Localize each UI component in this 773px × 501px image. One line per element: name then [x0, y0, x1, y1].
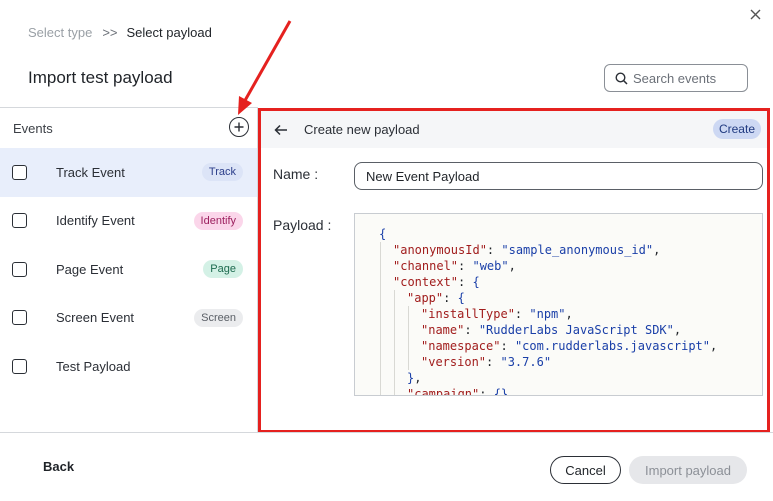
- events-header-label: Events: [13, 120, 53, 136]
- code-line: "version": "3.7.6": [355, 354, 762, 370]
- footer-divider: [0, 432, 773, 433]
- code-line: "namespace": "com.rudderlabs.javascript"…: [355, 338, 762, 354]
- panel-header: Create new payload Create: [261, 111, 767, 148]
- arrow-left-icon: [274, 124, 287, 135]
- plus-icon: [234, 122, 244, 132]
- event-item-label: Track Event: [56, 164, 125, 180]
- event-item-label: Page Event: [56, 261, 124, 277]
- event-item-test-payload[interactable]: Test Payload: [0, 342, 257, 391]
- page-title: Import test payload: [28, 68, 173, 87]
- screen-badge: Screen: [194, 308, 243, 327]
- event-item-screen[interactable]: Screen Event Screen: [0, 294, 257, 343]
- close-button[interactable]: [745, 4, 765, 24]
- event-list: Track Event Track Identify Event Identif…: [0, 148, 257, 391]
- events-header: Events: [0, 108, 257, 148]
- search-box[interactable]: [604, 64, 748, 92]
- event-checkbox[interactable]: [12, 164, 27, 180]
- search-input[interactable]: [633, 70, 743, 86]
- add-event-button[interactable]: [229, 117, 249, 137]
- code-line: "installType": "npm",: [355, 306, 762, 322]
- event-checkbox[interactable]: [12, 310, 27, 326]
- back-button[interactable]: Back: [43, 459, 74, 474]
- annotation-arrow-line: [241, 20, 292, 105]
- event-item-page[interactable]: Page Event Page: [0, 245, 257, 294]
- breadcrumb: Select type >> Select payload: [28, 22, 212, 42]
- code-line: "campaign": {},: [355, 386, 762, 395]
- search-icon: [615, 71, 628, 85]
- event-item-label: Screen Event: [56, 310, 135, 326]
- event-item-track[interactable]: Track Event Track: [0, 148, 257, 197]
- code-line: {: [379, 227, 387, 241]
- event-checkbox[interactable]: [12, 261, 27, 277]
- code-line: "name": "RudderLabs JavaScript SDK",: [355, 322, 762, 338]
- code-line: "context": {: [355, 274, 762, 290]
- code-line: "app": {: [355, 290, 762, 306]
- code-line: "anonymousId": "sample_anonymous_id",: [355, 242, 762, 258]
- back-arrow-button[interactable]: [274, 124, 290, 136]
- payload-code: { "anonymousId": "sample_anonymous_id", …: [355, 214, 762, 395]
- page-badge: Page: [203, 260, 243, 279]
- name-label-text: Name: [273, 166, 311, 182]
- code-line: "channel": "web",: [355, 258, 762, 274]
- breadcrumb-select-payload: Select payload: [126, 24, 212, 40]
- event-item-label: Identify Event: [56, 213, 135, 229]
- identify-badge: Identify: [193, 211, 243, 230]
- breadcrumb-separator: >>: [102, 24, 118, 40]
- payload-code-editor[interactable]: { "anonymousId": "sample_anonymous_id", …: [354, 213, 763, 396]
- code-line: },: [355, 370, 762, 386]
- event-item-label: Test Payload: [56, 358, 131, 374]
- payload-label: Payload :: [273, 217, 332, 233]
- payload-name-input[interactable]: [354, 162, 763, 190]
- import-payload-button[interactable]: Import payload: [629, 456, 747, 484]
- cancel-button[interactable]: Cancel: [550, 456, 621, 484]
- event-checkbox[interactable]: [12, 213, 27, 229]
- create-button[interactable]: Create: [712, 119, 761, 139]
- breadcrumb-select-type[interactable]: Select type: [28, 25, 92, 40]
- import-payload-modal: Select type >> Select payload Import tes…: [0, 0, 773, 501]
- event-checkbox[interactable]: [12, 358, 27, 374]
- events-sidebar: Events Track Event Track Identify Event …: [0, 108, 258, 432]
- panel-title: Create new payload: [304, 122, 420, 137]
- track-badge: Track: [201, 163, 243, 182]
- payload-label-text: Payload: [273, 217, 324, 233]
- create-payload-panel: Create new payload Create Name : Payload…: [258, 108, 770, 433]
- close-icon: [750, 9, 760, 19]
- event-item-identify[interactable]: Identify Event Identify: [0, 197, 257, 246]
- name-label: Name :: [273, 166, 319, 182]
